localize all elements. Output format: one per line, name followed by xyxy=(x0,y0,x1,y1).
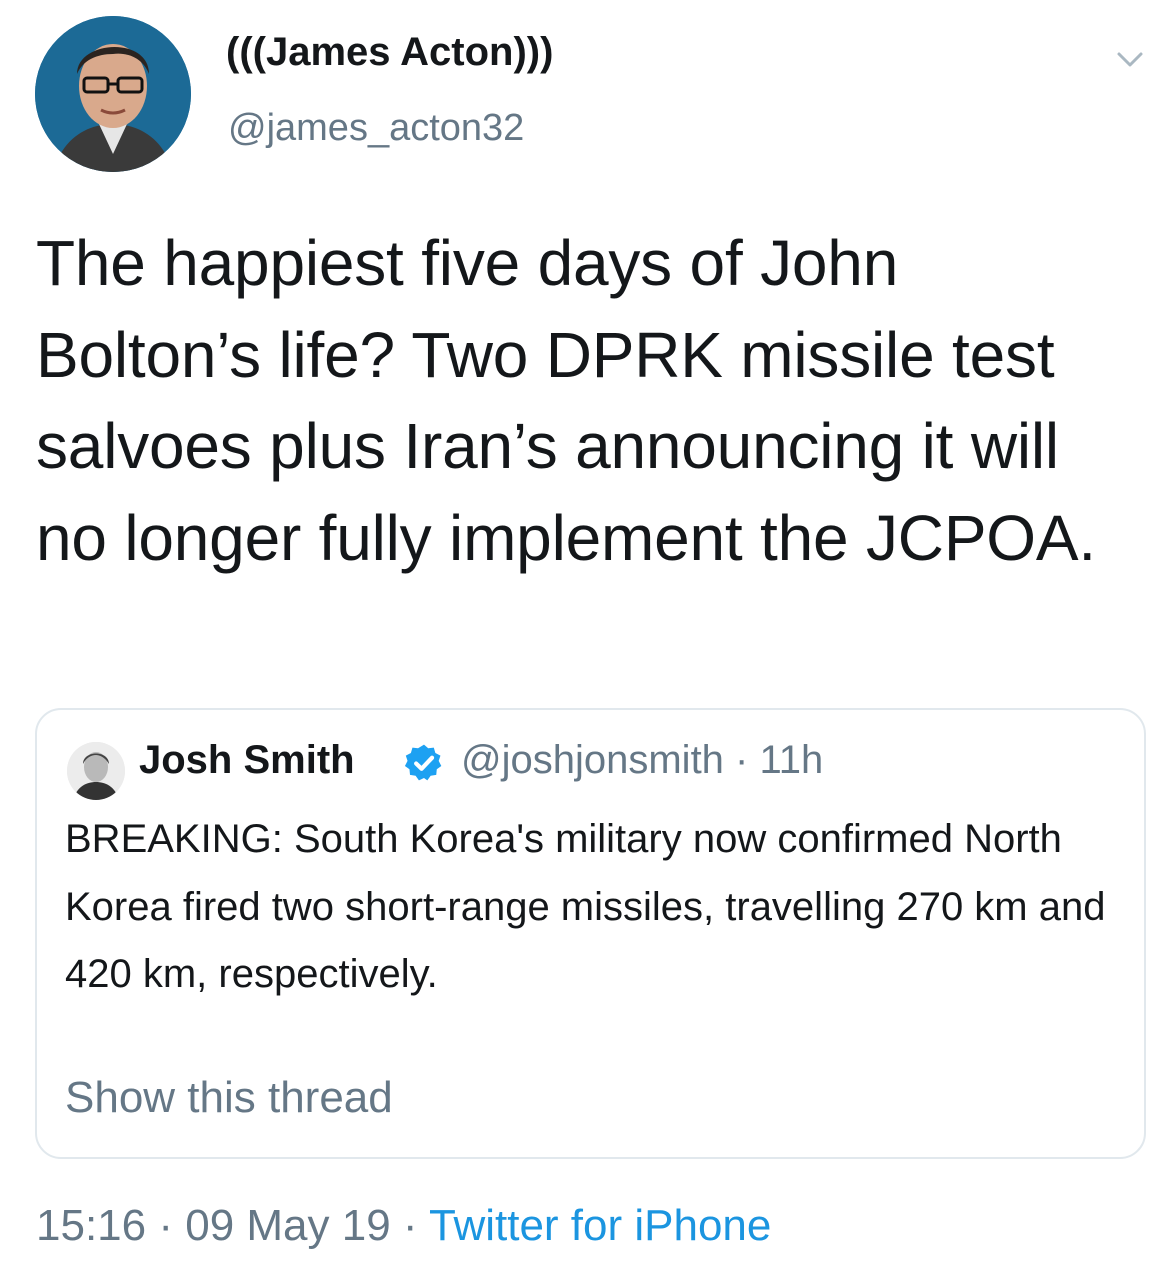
quoted-meta: @joshjonsmith · 11h xyxy=(461,738,823,782)
footer-separator: · xyxy=(146,1201,186,1250)
quoted-author-handle[interactable]: @joshjonsmith xyxy=(461,738,724,782)
tweet-time[interactable]: 15:16 xyxy=(36,1201,146,1250)
author-display-name[interactable]: (((James Acton))) xyxy=(226,30,553,74)
footer-separator: · xyxy=(390,1201,429,1250)
meta-separator: · xyxy=(723,738,760,782)
author-handle[interactable]: @james_acton32 xyxy=(228,107,524,150)
quoted-age[interactable]: 11h xyxy=(759,738,823,782)
tweet-date[interactable]: 09 May 19 xyxy=(185,1201,390,1250)
show-thread-link[interactable]: Show this thread xyxy=(65,1073,393,1122)
tweet-text: The happiest five days of John Bolton’s … xyxy=(36,227,1096,574)
quoted-author-name[interactable]: Josh Smith xyxy=(139,738,355,782)
author-avatar[interactable] xyxy=(35,16,191,172)
tweet-source-link[interactable]: Twitter for iPhone xyxy=(429,1201,771,1250)
chevron-down-icon[interactable] xyxy=(1110,42,1150,78)
quoted-author-avatar[interactable] xyxy=(67,742,125,800)
quoted-tweet-text: BREAKING: South Korea's military now con… xyxy=(65,817,1106,996)
tweet-footer: 15:16 · 09 May 19 · Twitter for iPhone xyxy=(36,1201,771,1250)
quoted-tweet[interactable]: Josh Smith @joshjonsmith · 11h BREAKING:… xyxy=(35,708,1146,1159)
verified-badge-icon xyxy=(403,742,445,784)
